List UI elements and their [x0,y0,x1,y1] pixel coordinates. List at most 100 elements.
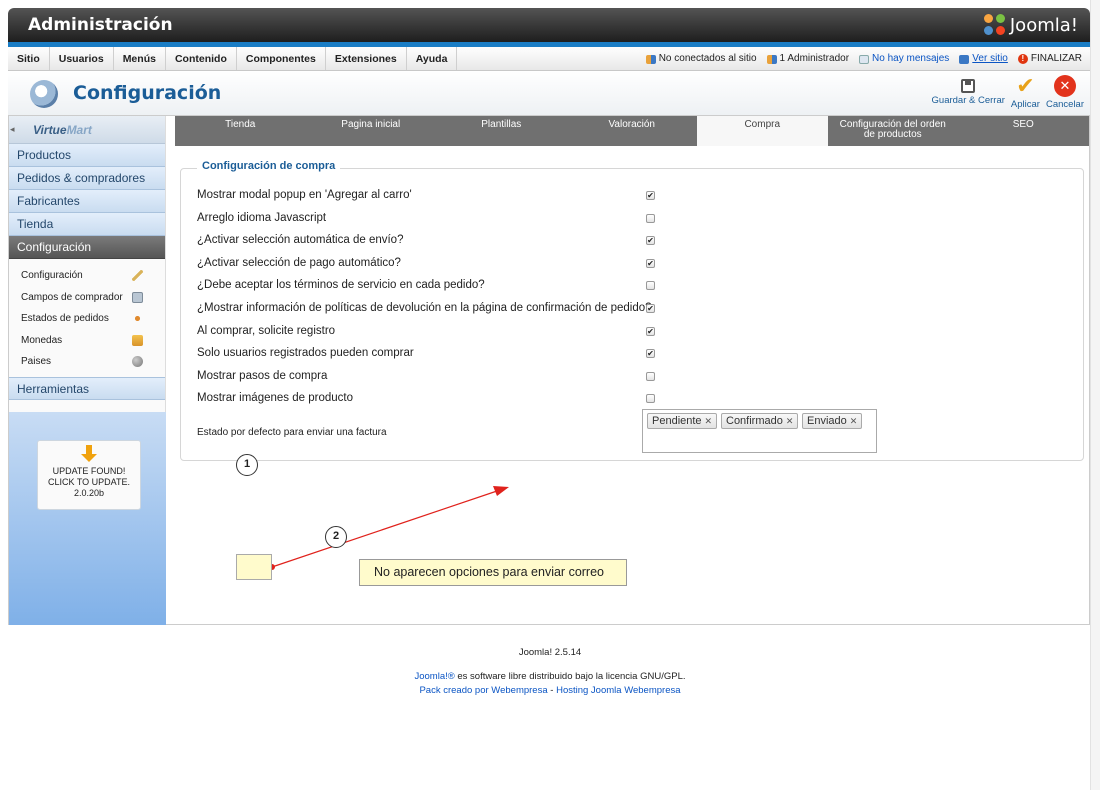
header-title: Administración [28,15,173,35]
admin-icon [766,54,777,64]
download-arrow-icon [81,445,97,463]
option-checkbox[interactable]: ✔ [646,236,655,245]
sidebar-item-productos[interactable]: Productos [9,144,165,167]
menu-usuarios[interactable]: Usuarios [50,47,114,70]
chip-enviado[interactable]: Enviado ✕ [802,413,863,429]
option-label: Arreglo idioma Javascript [197,212,327,224]
menu-ayuda[interactable]: Ayuda [407,47,458,70]
tab-tienda[interactable]: Tienda [175,116,306,146]
option-checkbox[interactable]: ✔ [646,191,655,200]
footer-license: Joomla!® es software libre distribuido b… [414,671,686,682]
sidebar-item-herramientas[interactable]: Herramientas [9,376,165,400]
joomla-logo: Joomla! [983,14,1078,36]
option-label: ¿Activar selección de pago automático? [197,257,401,269]
form-icon [132,291,143,303]
mail-icon [859,54,870,64]
annotation-callout-2: 2 [325,526,347,548]
hosting-link[interactable]: Hosting Joomla Webempresa [556,685,680,696]
tab-valoracion[interactable]: Valoración [567,116,698,146]
users-icon [645,54,656,64]
remove-icon[interactable]: ✕ [850,416,858,426]
virtuemart-logo: ◂ VirtueMart [9,116,165,144]
tab-pagina-inicial[interactable]: Pagina inicial [306,116,437,146]
globe-icon [132,356,143,367]
footer-credits: Pack creado por Webempresa - Hosting Joo… [419,685,681,696]
sidebar-item-tienda[interactable]: Tienda [9,213,165,236]
status-bar: No conectados al sitio 1 Administrador N… [645,47,1082,71]
option-checkbox[interactable] [646,372,655,381]
option-checkbox[interactable] [646,214,655,223]
view-site-link[interactable]: Ver sitio [959,47,1008,71]
toolbar: Configuración Guardar & Cerrar ✔ Aplicar… [8,71,1090,116]
submenu-configuracion[interactable]: Configuración [9,265,165,287]
option-checkbox[interactable]: ✔ [646,304,655,313]
option-label: Solo usuarios registrados pueden comprar [197,347,414,359]
menu-contenido[interactable]: Contenido [166,47,237,70]
sidebar-item-pedidos[interactable]: Pedidos & compradores [9,167,165,190]
logout-link[interactable]: ! FINALIZAR [1017,47,1082,71]
option-checkbox[interactable]: ✔ [646,327,655,336]
cancel-icon: ✕ [1053,75,1076,97]
config-tabs: Tienda Pagina inicial Plantillas Valorac… [175,116,1089,146]
tab-orden-productos[interactable]: Configuración del orden de productos [828,116,959,146]
sidebar-item-fabricantes[interactable]: Fabricantes [9,190,165,213]
apply-button[interactable]: ✔ Aplicar [1011,73,1040,111]
coins-icon [132,334,143,346]
option-checkbox[interactable]: ✔ [646,349,655,358]
tools-icon [132,270,143,281]
update-button[interactable]: UPDATE FOUND! CLICK TO UPDATE. 2.0.20b [37,440,141,510]
messages-status[interactable]: No hay mensajes [859,47,949,71]
option-checkbox[interactable] [646,394,655,403]
menu-menus[interactable]: Menús [114,47,166,70]
option-checkbox[interactable] [646,281,655,290]
tab-seo[interactable]: SEO [958,116,1089,146]
chip-confirmado[interactable]: Confirmado ✕ [721,413,799,429]
save-icon [961,79,976,93]
config-icon [30,80,58,108]
admins-status: 1 Administrador [766,47,849,71]
admin-frame: Administración Joomla! Sitio Usuarios Me… [8,8,1090,625]
remove-icon[interactable]: ✕ [705,416,713,426]
admin-header: Administración Joomla! [8,8,1090,42]
tab-plantillas[interactable]: Plantillas [436,116,567,146]
invoice-state-label: Estado por defecto para enviar una factu… [197,427,387,438]
joomla-link[interactable]: Joomla!® [414,671,454,682]
chip-pendiente[interactable]: Pendiente ✕ [647,413,718,429]
page-title: Configuración [73,82,222,104]
footer-version: Joomla! 2.5.14 [518,647,582,658]
annotation-sticky-note [236,554,272,580]
menu-sitio[interactable]: Sitio [8,47,50,70]
monitor-icon [959,54,970,64]
sidebar-item-configuracion[interactable]: Configuración [9,236,165,259]
invoice-state-select[interactable]: Pendiente ✕ Confirmado ✕ Enviado ✕ [642,409,877,453]
joomla-logo-text: Joomla! [1009,14,1078,36]
remove-icon[interactable]: ✕ [786,416,794,426]
option-label: ¿Debe aceptar los términos de servicio e… [197,279,485,291]
submenu-paises[interactable]: Paises [9,351,165,373]
visitors-status: No conectados al sitio [645,47,757,71]
submenu-monedas[interactable]: Monedas [9,330,165,352]
cancel-button[interactable]: ✕ Cancelar [1046,73,1084,110]
fieldset-legend: Configuración de compra [197,160,341,172]
sidebar-panel: UPDATE FOUND! CLICK TO UPDATE. 2.0.20b [9,412,166,625]
check-icon: ✔ [1016,73,1035,98]
menu-extensiones[interactable]: Extensiones [326,47,407,70]
power-icon: ! [1017,54,1028,64]
toolbar-buttons: Guardar & Cerrar ✔ Aplicar ✕ Cancelar [932,73,1084,111]
tab-compra[interactable]: Compra [697,116,828,146]
option-label: ¿Mostrar información de políticas de dev… [197,302,652,314]
option-checkbox[interactable]: ✔ [646,259,655,268]
submenu-campos-comprador[interactable]: Campos de comprador [9,287,165,309]
status-icon [132,313,143,324]
option-label: Mostrar pasos de compra [197,370,328,382]
annotation-note: No aparecen opciones para enviar correo [359,559,627,586]
webempresa-link[interactable]: Webempresa [491,685,547,696]
save-close-button[interactable]: Guardar & Cerrar [932,73,1005,110]
submenu-estados-pedidos[interactable]: Estados de pedidos [9,308,165,330]
menu-componentes[interactable]: Componentes [237,47,326,70]
joomla-logo-icon [983,14,1006,36]
purchase-fieldset: Configuración de compra Mostrar modal po… [180,160,1084,461]
menu-bar: Sitio Usuarios Menús Contenido Component… [8,47,1090,71]
collapse-arrow-icon[interactable]: ◂ [10,124,15,135]
option-label: Al comprar, solicite registro [197,325,336,337]
